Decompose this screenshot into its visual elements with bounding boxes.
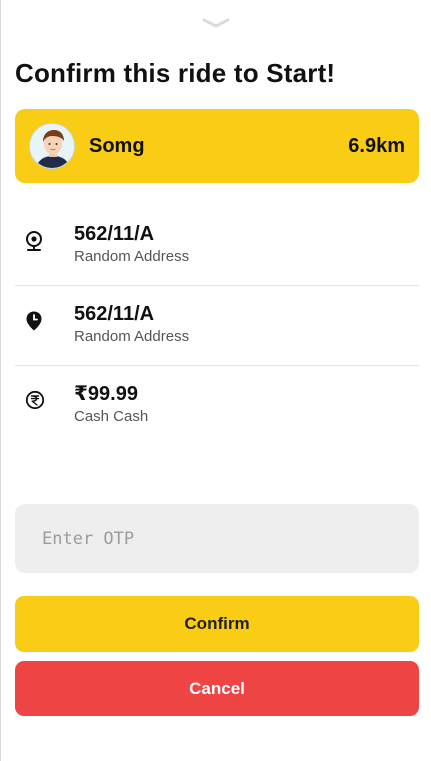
- page-title: Confirm this ride to Start!: [15, 58, 336, 88]
- chevron-down-icon[interactable]: [201, 16, 231, 30]
- payment-method: Cash Cash: [74, 408, 149, 425]
- payment-row: ₹99.99 Cash Cash: [15, 366, 419, 446]
- rider-distance: 6.9km: [348, 134, 405, 157]
- pickup-row: 562/11/A Random Address: [15, 206, 419, 286]
- pickup-detail: Random Address: [74, 248, 190, 265]
- destination-detail: Random Address: [74, 328, 190, 345]
- map-pin-icon: [25, 311, 43, 336]
- otp-input[interactable]: [15, 504, 419, 573]
- destination-address: 562/11/A: [74, 303, 155, 325]
- location-target-icon: [25, 231, 43, 256]
- panel-edge: [0, 0, 1, 761]
- pickup-address: 562/11/A: [74, 223, 155, 245]
- cancel-button[interactable]: Cancel: [15, 661, 419, 716]
- destination-row: 562/11/A Random Address: [15, 286, 419, 366]
- confirm-button[interactable]: Confirm: [15, 596, 419, 652]
- rider-card: Somg 6.9km: [15, 109, 419, 183]
- rider-name: Somg: [89, 134, 145, 157]
- payment-amount: ₹99.99: [74, 383, 138, 405]
- avatar: [29, 123, 75, 169]
- rupee-icon: [25, 390, 45, 414]
